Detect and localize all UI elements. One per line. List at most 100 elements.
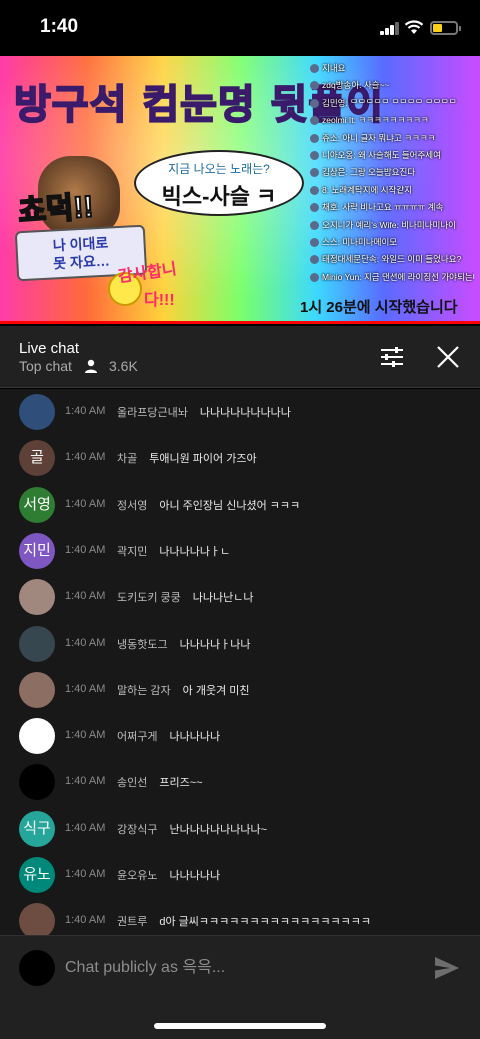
message-text: 난나나나나나나나나~: [169, 823, 267, 836]
chat-mode-selector[interactable]: Top chat: [19, 358, 72, 374]
message-text: 나나나나나: [169, 870, 221, 882]
message-text: 투애니원 파이어 가즈아: [149, 453, 257, 466]
message-time: 1:40 AM: [65, 914, 106, 927]
overlay-chat-line: Minio Yun: 지금 댄션에 라이징선 가야되는데: [308, 269, 474, 286]
chat-message[interactable]: 지민 1:40 AM 곽지민 나나나나나ㅏㄴ: [0, 528, 480, 574]
overlay-chat-line: 채호: 사락 비나고요 ㅠㅠㅠㅠ 계속: [308, 199, 474, 216]
message-author[interactable]: 권트루: [117, 916, 147, 928]
avatar[interactable]: 식구: [19, 810, 55, 847]
overlay-chat-line: zeolmi It: ㅋㅋㅋㅋㅋㅋㅋㅋㅋ: [308, 112, 474, 129]
message-time: 1:40 AM: [65, 729, 106, 742]
avatar[interactable]: [19, 625, 55, 662]
message-time: 1:40 AM: [65, 405, 106, 417]
overlay-chat-line: 니아오옹: 왜 사슬해도 들어주세여: [308, 147, 474, 164]
cellular-signal-icon: [380, 22, 400, 35]
chat-message[interactable]: 1:40 AM 올라프당근내놔 나나나나나나나나나: [0, 389, 480, 435]
message-text: 나나나나나ㅏㄴ: [159, 545, 231, 558]
message-time: 1:40 AM: [65, 775, 106, 788]
message-time: 1:40 AM: [65, 821, 106, 834]
message-text: d아 글씨ㅋㅋㅋㅋㅋㅋㅋㅋㅋㅋㅋㅋㅋㅋㅋㅋㅋ: [159, 916, 371, 929]
chat-message[interactable]: 유노 1:40 AM 윤오유노 나나나나나: [0, 852, 480, 898]
chat-message[interactable]: 1:40 AM 송인선 프리즈~~: [0, 759, 480, 805]
avatar[interactable]: [19, 579, 55, 616]
chat-message[interactable]: 식구 1:40 AM 강장식구 난나나나나나나나나~: [0, 806, 480, 852]
message-time: 1:40 AM: [65, 451, 106, 464]
message-author[interactable]: 정서영: [117, 500, 147, 512]
message-time: 1:40 AM: [65, 543, 106, 556]
chat-message[interactable]: 1:40 AM 권트루 d아 글씨ㅋㅋㅋㅋㅋㅋㅋㅋㅋㅋㅋㅋㅋㅋㅋㅋㅋ: [0, 898, 480, 935]
overlay-chat-line: 김민영: ᄆᄆᄆᄆᄆ ᄆᄆᄆᄆ ᄆᄆᄆᄆ: [308, 95, 474, 112]
message-author[interactable]: 강장식구: [117, 824, 157, 836]
message-time: 1:40 AM: [65, 636, 106, 649]
chat-message[interactable]: 1:40 AM 말하는 감자 아 개웃겨 미친: [0, 667, 480, 713]
video-player[interactable]: 방구석 컴눈명 뒷풀이 쵸덕!! 지금 나오는 노래는? 빅스-사슬 ㅋ 나 이…: [0, 56, 480, 324]
chat-message[interactable]: 골 1:40 AM 차골 투애니원 파이어 가즈아: [0, 435, 480, 481]
chat-input-bar: [0, 935, 480, 1039]
message-text: 나나나나나나나나나: [199, 407, 291, 419]
battery-icon: [430, 21, 461, 35]
bubble-answer: 빅스-사슬 ㅋ: [161, 184, 277, 209]
overlay-chat-line: 쥬소: 아니 글자 뭐냐고 ㅋㅋㅋㅋ: [308, 130, 474, 147]
chat-message-list[interactable]: 1:40 AM 올라프당근내놔 나나나나나나나나나 골 1:40 AM 차골 투애니…: [0, 389, 480, 935]
message-author[interactable]: 차골: [117, 453, 137, 465]
message-author[interactable]: 도키도키 쿵쿵: [117, 592, 181, 604]
avatar[interactable]: [19, 903, 55, 935]
video-chat-overlay: 지내요 zdq방송아: 사슬~~ 김민영: ᄆᄆᄆᄆᄆ ᄆᄆᄆᄆ ᄆᄆᄆᄆ ze…: [308, 60, 474, 296]
chat-message[interactable]: 1:40 AM 도키도키 쿵쿵 나나나난ㄴ나: [0, 574, 480, 620]
send-icon[interactable]: [434, 956, 460, 980]
viewer-count: 3.6K: [109, 358, 138, 374]
thanks-text: 다!!!: [144, 292, 175, 309]
tune-icon[interactable]: [380, 345, 404, 369]
message-author[interactable]: 말하는 감자: [117, 685, 171, 697]
overlay-chat-line: 스스: 미나미나메이모: [308, 234, 474, 251]
chat-title: Live chat: [19, 340, 80, 357]
message-text: 나나나나ㅏ나나: [179, 638, 251, 651]
message-text: 프리즈~~: [159, 777, 203, 790]
overlay-chat-line: zdq방송아: 사슬~~: [308, 77, 474, 94]
video-progress-bar[interactable]: [0, 321, 480, 324]
close-icon[interactable]: [436, 345, 460, 369]
overlay-chat-line: 태정대세문단속: 와일드 이미 들었나요?: [308, 251, 474, 268]
message-time: 1:40 AM: [65, 868, 106, 880]
avatar[interactable]: 골: [19, 440, 55, 477]
message-text: 나나나난ㄴ나: [192, 592, 254, 605]
status-bar: 1:40: [0, 0, 480, 56]
message-text: 나나나나나: [169, 731, 221, 744]
avatar[interactable]: [19, 764, 55, 801]
avatar[interactable]: [19, 394, 55, 430]
message-author[interactable]: 윤오유노: [117, 870, 157, 882]
chat-message[interactable]: 1:40 AM 냉동핫도그 나나나나ㅏ나나: [0, 621, 480, 667]
overlay-chat-line: 지내요: [308, 60, 474, 77]
message-text: 아 개웃겨 미친: [182, 684, 250, 697]
message-time: 1:40 AM: [65, 497, 106, 510]
video-shout-text: 쵸덕!!: [16, 189, 95, 229]
bubble-question: 지금 나오는 노래는?: [168, 162, 270, 176]
overlay-chat-line: 오지니가 예리's Wife: 비나미나미나이: [308, 217, 474, 234]
chat-message[interactable]: 서영 1:40 AM 정서영 아니 주인장님 신나셨어 ㅋㅋㅋ: [0, 482, 480, 528]
overlay-chat-line: 8: 노래계탁지에 시작같지: [308, 182, 474, 199]
chat-message[interactable]: 1:40 AM 어쩌구게 나나나나나: [0, 713, 480, 759]
message-time: 1:40 AM: [65, 682, 106, 695]
message-author[interactable]: 냉동핫도그: [117, 639, 168, 651]
message-time: 1:40 AM: [65, 590, 106, 603]
person-icon: [85, 359, 97, 373]
chat-header: Live chat Top chat 3.6K: [0, 326, 480, 388]
wifi-icon: [404, 20, 424, 34]
message-author[interactable]: 어쩌구게: [117, 731, 157, 743]
avatar: [19, 950, 55, 986]
speech-bubble: 지금 나오는 노래는? 빅스-사슬 ㅋ: [134, 150, 304, 216]
stream-start-text: 1시 26분에 시작했습니다: [300, 299, 458, 316]
chat-input[interactable]: [65, 956, 415, 980]
message-author[interactable]: 곽지민: [117, 546, 147, 558]
message-author[interactable]: 올라프당근내놔: [117, 407, 188, 419]
avatar[interactable]: 서영: [19, 486, 55, 523]
avatar[interactable]: 지민: [19, 532, 55, 569]
home-indicator[interactable]: [154, 1023, 326, 1029]
avatar[interactable]: [19, 671, 55, 708]
avatar[interactable]: 유노: [19, 857, 55, 893]
status-time: 1:40: [40, 16, 79, 37]
message-author[interactable]: 송인선: [117, 777, 147, 789]
message-text: 아니 주인장님 신나셨어 ㅋㅋㅋ: [159, 499, 301, 512]
avatar[interactable]: [19, 718, 55, 755]
overlay-chat-line: 김상은: 그랑 오늘밤요진다: [308, 164, 474, 181]
